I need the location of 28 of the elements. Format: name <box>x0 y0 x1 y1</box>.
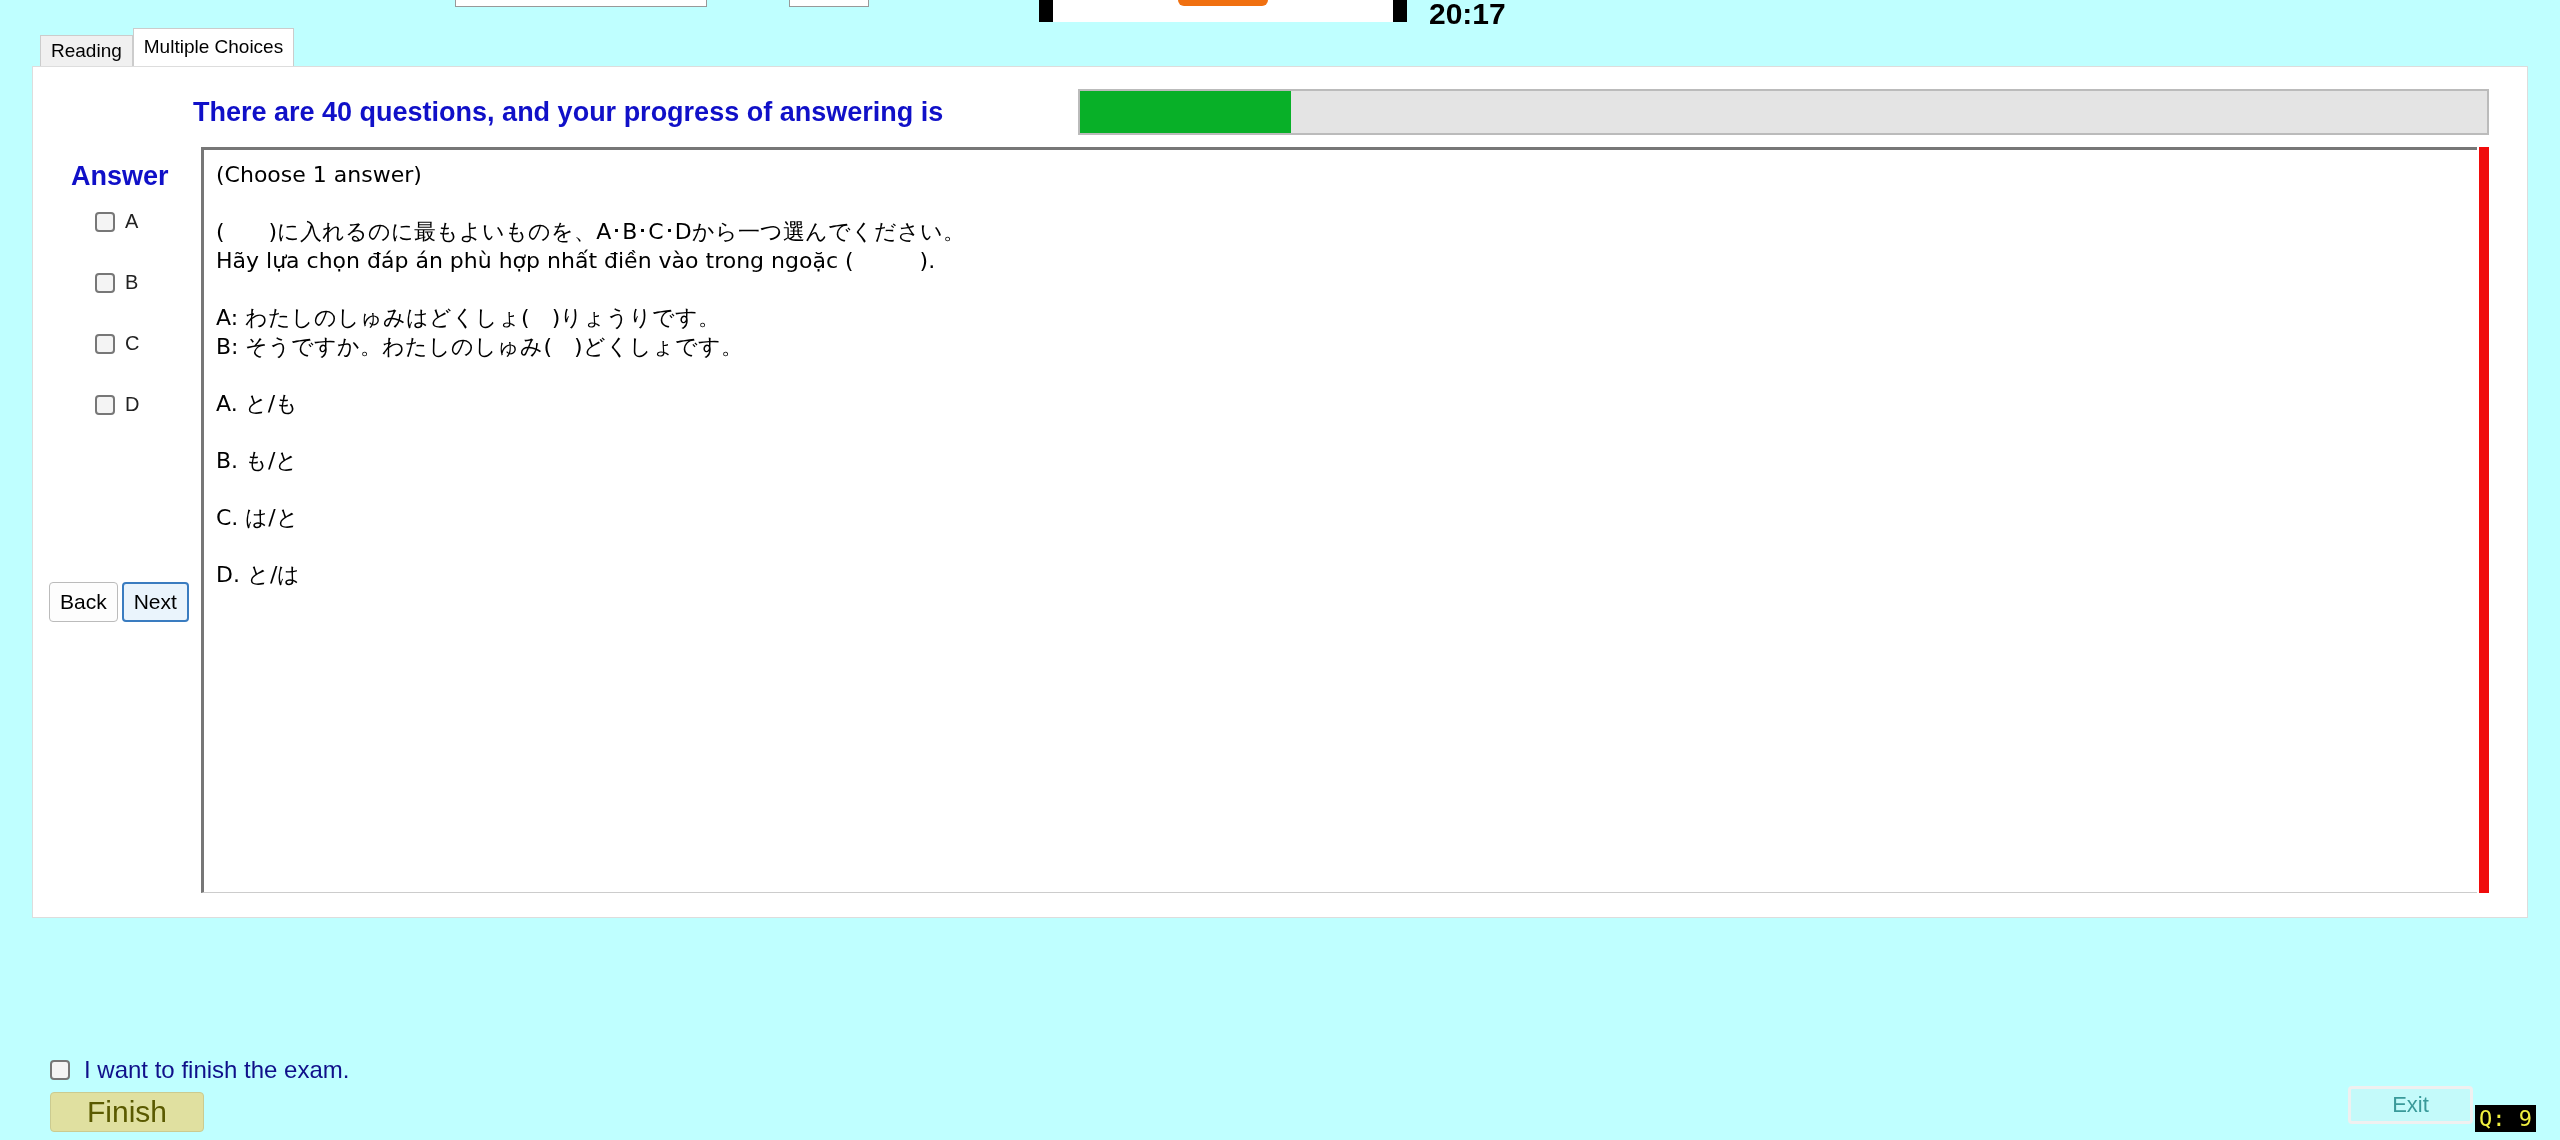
finish-confirm-label: I want to finish the exam. <box>84 1056 350 1084</box>
question-text: A. と/も <box>216 390 300 418</box>
question-text: B: そうですか。わたしのしゅみ( )どくしょです。 <box>216 333 744 361</box>
timer-text: 20:17 <box>1429 0 1506 28</box>
nav-button[interactable]: Next <box>121 582 189 622</box>
question-text: ( )に入れるのに最もよいものを、A･B･C･Dから一つ選んでください。 <box>216 218 966 246</box>
finish-button[interactable]: Finish <box>50 1092 205 1132</box>
checkbox[interactable] <box>95 272 115 293</box>
option-label: B <box>125 271 139 294</box>
checkbox[interactable] <box>95 333 115 354</box>
question-text: B. も/と <box>216 447 300 475</box>
question-text: (Choose 1 answer) <box>216 161 423 189</box>
option-label: A <box>125 210 139 233</box>
tab[interactable]: Multiple Choices <box>132 28 295 66</box>
checkbox[interactable] <box>50 1060 70 1080</box>
question-text: D. と/は <box>216 561 302 589</box>
checkbox[interactable] <box>95 211 115 232</box>
answer-title: Answer <box>71 161 169 192</box>
question-text: Hãy lựa chọn đáp án phù hợp nhất điền vào trong ngoặc ( ). <box>216 247 937 275</box>
option-label: D <box>125 393 140 416</box>
option-label: C <box>125 332 140 355</box>
tab[interactable]: Reading <box>40 35 133 66</box>
question-text: A: わたしのしゅみはどくしょ( )りょうりです。 <box>216 304 722 332</box>
nav-button[interactable]: Back <box>49 582 118 622</box>
progress-label: There are 40 questions, and your progress of answering is <box>193 96 945 128</box>
question-counter: Q: 9 <box>2475 1105 2536 1132</box>
question-text: C. は/と <box>216 504 300 532</box>
checkbox[interactable] <box>95 394 115 415</box>
